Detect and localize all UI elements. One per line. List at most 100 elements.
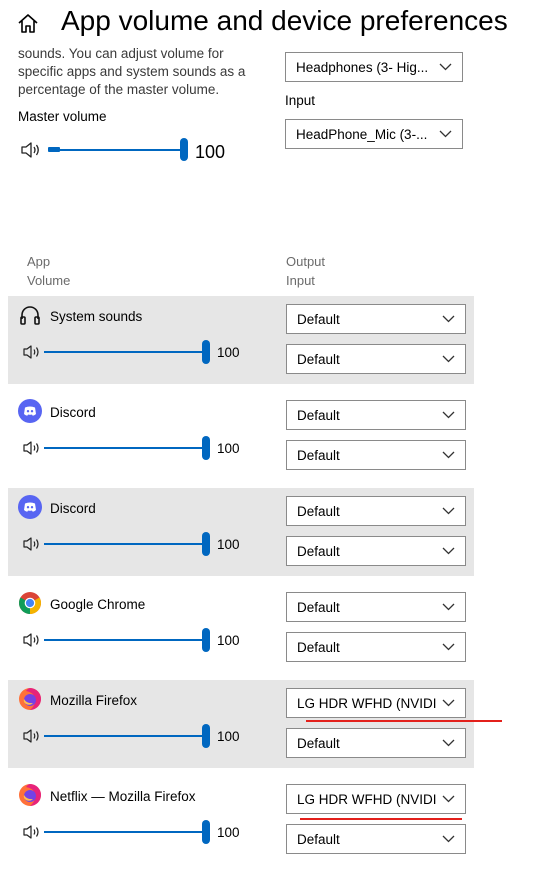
input-dropdown[interactable]: Default <box>286 824 466 854</box>
volume-track[interactable] <box>44 351 206 353</box>
speaker-icon[interactable] <box>22 823 42 841</box>
output-header-label: Output <box>286 254 326 269</box>
chevron-down-icon <box>439 63 452 71</box>
chevron-down-icon <box>442 451 455 459</box>
volume-value: 100 <box>217 729 240 744</box>
output-value: Default <box>297 407 340 423</box>
app-row-google-chrome: Google Chrome 100 Default Default <box>8 584 474 672</box>
volume-value: 100 <box>217 633 240 648</box>
output-dropdown[interactable]: LG HDR WFHD (NVIDI <box>286 784 466 814</box>
volume-value: 100 <box>217 825 240 840</box>
volume-thumb[interactable] <box>202 340 210 364</box>
app-row-netflix-firefox: Netflix — Mozilla Firefox 100 LG HDR WFH… <box>8 776 474 864</box>
volume-value: 100 <box>217 537 240 552</box>
output-dropdown[interactable]: Default <box>286 304 466 334</box>
chevron-down-icon <box>442 355 455 363</box>
app-name: Netflix — Mozilla Firefox <box>50 789 196 804</box>
discord-icon <box>18 399 42 423</box>
home-icon[interactable] <box>14 10 42 38</box>
app-row-system-sounds: System sounds 100 Default Default <box>8 296 474 384</box>
description-text: sounds. You can adjust volume for specif… <box>18 46 246 97</box>
volume-thumb[interactable] <box>202 532 210 556</box>
red-underline-annotation <box>300 818 462 820</box>
discord-icon <box>18 495 42 519</box>
volume-thumb[interactable] <box>202 820 210 844</box>
speaker-icon[interactable] <box>22 439 42 457</box>
input-dropdown[interactable]: Default <box>286 536 466 566</box>
input-value: Default <box>297 447 340 463</box>
input-dropdown[interactable]: Default <box>286 632 466 662</box>
headphones-icon <box>20 306 40 325</box>
input-dropdown[interactable]: Default <box>286 728 466 758</box>
output-dropdown[interactable]: Default <box>286 592 466 622</box>
app-row-discord: Discord 100 Default Default <box>8 392 474 480</box>
input-device-dropdown[interactable]: HeadPhone_Mic (3-... <box>285 119 463 149</box>
volume-track[interactable] <box>44 831 206 833</box>
volume-track[interactable] <box>44 543 206 545</box>
volume-track[interactable] <box>44 735 206 737</box>
output-dropdown[interactable]: LG HDR WFHD (NVIDI <box>286 688 466 718</box>
firefox-icon <box>19 688 41 710</box>
chevron-down-icon <box>442 739 455 747</box>
chevron-down-icon <box>442 643 455 651</box>
app-column-header: App Volume <box>27 252 70 290</box>
input-header-label: Input <box>286 273 315 288</box>
master-volume-value: 100 <box>195 142 226 162</box>
page-title: App volume and device preferences <box>61 5 508 36</box>
chevron-down-icon <box>442 547 455 555</box>
input-value: Default <box>297 351 340 367</box>
input-dropdown[interactable]: Default <box>286 440 466 470</box>
output-value: LG HDR WFHD (NVIDI <box>297 695 437 711</box>
app-name: Google Chrome <box>50 597 146 612</box>
chevron-down-icon <box>442 315 455 323</box>
speaker-icon[interactable] <box>22 631 42 649</box>
volume-thumb[interactable] <box>202 436 210 460</box>
speaker-icon[interactable] <box>20 140 42 160</box>
output-dropdown[interactable]: Default <box>286 496 466 526</box>
input-value: Default <box>297 735 340 751</box>
app-name: Discord <box>50 501 96 516</box>
chevron-down-icon <box>442 411 455 419</box>
output-value: Default <box>297 599 340 615</box>
app-row-discord: Discord 100 Default Default <box>8 488 474 576</box>
app-name: Mozilla Firefox <box>50 693 138 708</box>
chevron-down-icon <box>439 130 452 138</box>
app-row-mozilla-firefox: Mozilla Firefox 100 LG HDR WFHD (NVIDI D… <box>8 680 474 768</box>
input-dropdown[interactable]: Default <box>286 344 466 374</box>
app-name: Discord <box>50 405 96 420</box>
volume-track[interactable] <box>44 639 206 641</box>
master-volume-track[interactable] <box>48 149 184 151</box>
app-header-label: App <box>27 254 51 269</box>
input-value: Default <box>297 831 340 847</box>
red-underline-annotation <box>306 720 502 722</box>
volume-track[interactable] <box>44 447 206 449</box>
chevron-down-icon <box>442 507 455 515</box>
chevron-down-icon <box>442 835 455 843</box>
speaker-icon[interactable] <box>22 343 42 361</box>
speaker-icon[interactable] <box>22 727 42 745</box>
chevron-down-icon <box>442 699 455 707</box>
volume-thumb[interactable] <box>202 724 210 748</box>
output-value: Default <box>297 311 340 327</box>
output-value: Default <box>297 503 340 519</box>
device-column-header: Output Input <box>286 252 325 290</box>
firefox-icon <box>19 784 41 806</box>
volume-header-label: Volume <box>27 273 71 288</box>
volume-value: 100 <box>217 441 240 456</box>
output-device-value: Headphones (3- Hig... <box>296 59 429 75</box>
volume-value: 100 <box>217 345 240 360</box>
chevron-down-icon <box>442 603 455 611</box>
master-volume-thumb[interactable] <box>180 138 188 161</box>
chrome-icon <box>19 592 41 614</box>
chevron-down-icon <box>442 795 455 803</box>
volume-thumb[interactable] <box>202 628 210 652</box>
speaker-icon[interactable] <box>22 535 42 553</box>
app-name: System sounds <box>50 309 143 324</box>
input-device-value: HeadPhone_Mic (3-... <box>296 126 428 142</box>
input-value: Default <box>297 543 340 559</box>
input-value: Default <box>297 639 340 655</box>
output-dropdown[interactable]: Default <box>286 400 466 430</box>
input-label: Input <box>285 93 316 108</box>
output-value: LG HDR WFHD (NVIDI <box>297 791 437 807</box>
output-device-dropdown[interactable]: Headphones (3- Hig... <box>285 52 463 82</box>
